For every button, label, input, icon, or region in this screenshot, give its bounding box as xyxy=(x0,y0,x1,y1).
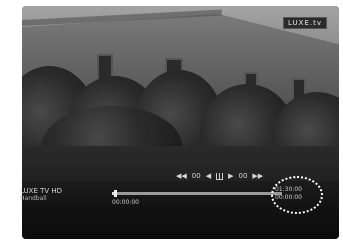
previous-icon: ◀ xyxy=(205,172,212,180)
channel-logo: LUXE.tv xyxy=(282,17,327,29)
elapsed-time: 00:00:00 xyxy=(112,199,139,206)
fast-forward-icon: ▶▶ xyxy=(252,172,264,180)
next-icon: ▶ xyxy=(228,172,234,180)
progress-knob[interactable] xyxy=(114,190,118,197)
program-title: Handball xyxy=(20,195,47,202)
next-button[interactable]: ▶ xyxy=(228,172,233,180)
channel-info: LUXE TV HD Handball xyxy=(20,187,62,203)
rewind-button[interactable]: ◀◀ xyxy=(176,172,187,180)
forward-time: 00 xyxy=(238,172,248,180)
transport-controls: ◀◀ 00 ◀ ▶ 00 ▶▶ xyxy=(176,170,263,182)
highlight-circle xyxy=(271,176,323,214)
pause-button[interactable] xyxy=(216,172,224,180)
pause-icon xyxy=(216,172,224,180)
rewind-icon: ◀◀ xyxy=(176,172,187,180)
fast-forward-button[interactable]: ▶▶ xyxy=(252,172,263,180)
channel-name: LUXE TV HD xyxy=(20,187,63,195)
previous-button[interactable]: ◀ xyxy=(206,172,211,180)
rewind-time: 00 xyxy=(191,172,201,180)
progress-bar[interactable] xyxy=(112,190,282,197)
